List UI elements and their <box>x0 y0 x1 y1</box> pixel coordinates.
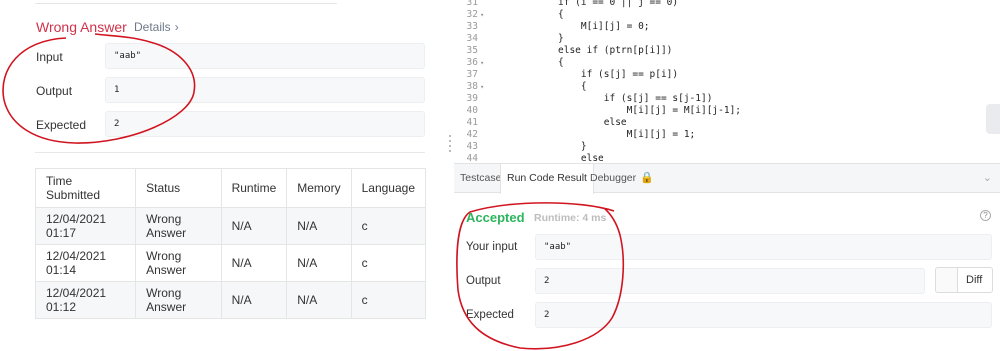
cell-time: 12/04/2021 01:12 <box>34 281 137 319</box>
cell-language: c <box>350 244 427 282</box>
code-line: 39 if (s[j] == s[j-1]) <box>466 93 713 104</box>
code-line: 40 M[i][j] = M[i][j-1]; <box>466 105 742 116</box>
output-value: 1 <box>105 77 425 103</box>
cell-status[interactable]: Wrong Answer <box>135 207 222 245</box>
side-toggle-button[interactable] <box>986 104 1000 134</box>
cell-memory: N/A <box>286 207 352 245</box>
editor-panel: 31 if (i == 0 || j == 0) 32 ▾{ 33 M[i][j] … <box>454 0 1000 351</box>
table-row[interactable]: 12/04/2021 01:14 Wrong Answer N/A N/A c <box>34 244 427 282</box>
code-line: 38 ▾ { <box>466 81 587 92</box>
fold-arrow-icon: ▾ <box>480 83 485 91</box>
expected-value: 2 <box>105 111 425 137</box>
output-value: 2 <box>535 268 925 294</box>
code-line: 34} <box>466 33 564 44</box>
panel-resize-handle[interactable] <box>448 132 452 162</box>
submission-panel: Wrong Answer Details › Input "aab" Output… <box>0 0 440 351</box>
output-label: Output <box>36 84 73 98</box>
code-line: 31 if (i == 0 || j == 0) <box>466 0 679 8</box>
your-input-label: Your input <box>466 241 518 253</box>
fold-arrow-icon: ▾ <box>480 11 485 19</box>
section-divider <box>35 152 425 153</box>
cell-runtime: N/A <box>220 244 288 282</box>
expected-label: Expected <box>36 118 87 132</box>
lock-icon: 🔒 <box>640 172 654 184</box>
tab-run-code-result[interactable]: Run Code Result <box>500 164 594 194</box>
code-line: 44 else <box>466 153 604 163</box>
toggle-switch[interactable] <box>936 268 958 292</box>
header-status[interactable]: Status <box>135 168 222 208</box>
cell-runtime: N/A <box>220 207 288 245</box>
cell-status[interactable]: Wrong Answer <box>135 281 222 319</box>
code-line: 33 M[i][j] = 0; <box>466 21 650 32</box>
input-label: Input <box>36 50 63 64</box>
result-status: Accepted <box>466 210 525 225</box>
diff-toggle[interactable]: Diff <box>935 267 993 293</box>
help-icon[interactable]: ? <box>980 210 991 221</box>
debugger-label: Debugger <box>590 172 637 184</box>
cell-memory: N/A <box>286 281 352 319</box>
table-row[interactable]: 12/04/2021 01:12 Wrong Answer N/A N/A c <box>34 281 427 319</box>
details-label: Details <box>134 20 171 34</box>
table-header-row: Time Submitted Status Runtime Memory Lan… <box>34 168 427 208</box>
result-title: Wrong Answer <box>36 19 127 35</box>
header-runtime[interactable]: Runtime <box>220 168 288 208</box>
tab-debugger[interactable]: Debugger 🔒 <box>584 164 660 193</box>
code-line: 37 if (s[j] == p[i]) <box>466 69 679 80</box>
cell-time: 12/04/2021 01:14 <box>34 244 137 282</box>
table-row[interactable]: 12/04/2021 01:17 Wrong Answer N/A N/A c <box>34 207 427 245</box>
expected-value: 2 <box>535 302 992 328</box>
code-line: 43 } <box>466 141 587 152</box>
diff-label: Diff <box>966 274 983 286</box>
cell-time: 12/04/2021 01:17 <box>34 207 137 245</box>
header-memory[interactable]: Memory <box>286 168 352 208</box>
output-label: Output <box>466 275 501 287</box>
collapse-icon[interactable]: ⌄ <box>983 171 992 184</box>
expected-label: Expected <box>466 309 514 321</box>
top-divider <box>35 0 337 4</box>
submissions-table: Time Submitted Status Runtime Memory Lan… <box>34 168 427 319</box>
code-editor[interactable]: 31 if (i == 0 || j == 0) 32 ▾{ 33 M[i][j] … <box>454 0 1000 163</box>
cell-language: c <box>350 207 427 245</box>
code-line: 32 ▾{ <box>466 9 564 20</box>
code-line: 41 else <box>466 117 627 128</box>
code-line: 36 ▾{ <box>466 57 564 68</box>
chevron-right-icon: › <box>174 20 179 34</box>
code-line: 35 else if (ptrn[p[i]]) <box>466 45 673 56</box>
header-time-submitted[interactable]: Time Submitted <box>34 168 137 208</box>
input-value: "aab" <box>105 43 425 69</box>
cell-memory: N/A <box>286 244 352 282</box>
header-language[interactable]: Language <box>350 168 427 208</box>
console-tabbar: Testcase Run Code Result Debugger 🔒 ⌄ <box>454 163 1000 194</box>
details-link[interactable]: Details › <box>134 20 179 34</box>
your-input-value: "aab" <box>535 234 992 260</box>
cell-runtime: N/A <box>220 281 288 319</box>
cell-status[interactable]: Wrong Answer <box>135 244 222 282</box>
cell-language: c <box>350 281 427 319</box>
result-runtime: Runtime: 4 ms <box>534 212 607 224</box>
fold-arrow-icon: ▾ <box>480 59 485 67</box>
code-line: 42 M[i][j] = 1; <box>466 129 696 140</box>
